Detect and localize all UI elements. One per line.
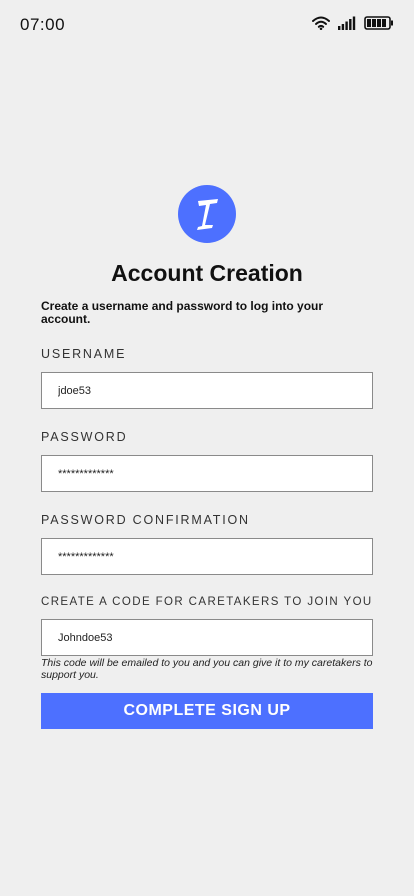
complete-sign-up-button[interactable]: COMPLETE SIGN UP xyxy=(41,693,373,729)
status-bar: 07:00 xyxy=(0,0,414,50)
signal-icon xyxy=(338,16,356,35)
username-input[interactable] xyxy=(41,372,373,409)
password-input[interactable] xyxy=(41,455,373,492)
password-confirmation-label: PASSWORD CONFIRMATION xyxy=(41,513,250,527)
caretaker-code-input[interactable] xyxy=(41,619,373,656)
caretaker-code-hint: This code will be emailed to you and you… xyxy=(41,657,373,681)
username-label: USERNAME xyxy=(41,347,127,361)
app-logo-icon xyxy=(178,185,236,243)
password-label: PASSWORD xyxy=(41,430,128,444)
wifi-icon xyxy=(312,16,330,35)
caretaker-code-label: CREATE A CODE FOR CARETAKERS TO JOIN YOU xyxy=(41,596,373,608)
page-subtitle: Create a username and password to log in… xyxy=(41,299,324,326)
status-time: 07:00 xyxy=(20,15,66,34)
status-icons xyxy=(312,16,394,35)
page-title: Account Creation xyxy=(111,260,303,286)
battery-icon xyxy=(364,16,394,35)
password-confirmation-input[interactable] xyxy=(41,538,373,575)
